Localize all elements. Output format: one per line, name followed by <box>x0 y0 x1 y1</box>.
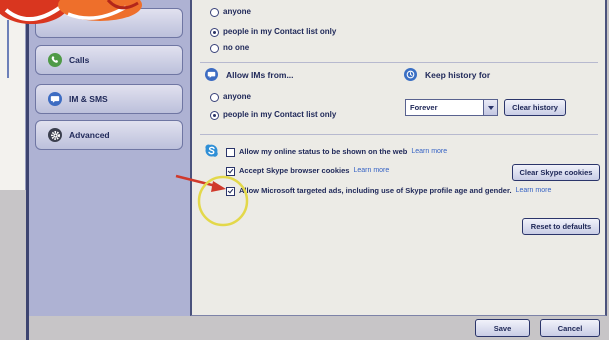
radio-label: anyone <box>223 92 252 101</box>
targeted-ads-option[interactable]: Allow Microsoft targeted ads, including … <box>226 186 551 196</box>
learn-more-link[interactable]: Learn more <box>353 166 389 176</box>
sidebar-item-advanced[interactable]: Advanced <box>35 120 183 150</box>
radio-label: people in my Contact list only <box>223 27 337 36</box>
radio-label: people in my Contact list only <box>223 110 337 119</box>
skype-icon <box>204 143 219 158</box>
radio-label: no one <box>223 43 250 52</box>
reset-to-defaults-button[interactable]: Reset to defaults <box>522 218 600 235</box>
learn-more-link[interactable]: Learn more <box>411 147 447 157</box>
contact-option-anyone[interactable]: anyone <box>210 7 251 17</box>
sidebar-item-im-sms[interactable]: IM & SMS <box>35 84 183 114</box>
clear-skype-cookies-button[interactable]: Clear Skype cookies <box>512 164 600 181</box>
checkbox-label: Allow Microsoft targeted ads, including … <box>239 186 512 195</box>
select-value: Forever <box>410 103 438 112</box>
radio-button[interactable] <box>210 43 219 53</box>
checkbox-label: Allow my online status to be shown on th… <box>239 147 408 156</box>
chat-icon <box>205 68 218 81</box>
history-section-heading: Keep history for <box>404 68 490 81</box>
adjacent-window-edge <box>0 0 26 190</box>
options-sidebar: Calls IM & SMS Advanced <box>29 0 190 316</box>
browser-cookies-checkbox[interactable] <box>226 166 235 176</box>
dialog-footer: Save Cancel <box>29 316 609 340</box>
phone-icon <box>48 53 62 67</box>
im-section-heading: Allow IMs from... <box>205 68 294 81</box>
logo-graphic <box>0 0 142 24</box>
history-duration-select[interactable]: Forever <box>405 99 498 116</box>
radio-label: anyone <box>223 7 252 16</box>
edge-divider <box>7 20 9 78</box>
online-status-option[interactable]: Allow my online status to be shown on th… <box>226 147 447 157</box>
radio-button[interactable] <box>210 7 219 17</box>
online-status-checkbox[interactable] <box>226 147 235 157</box>
section-divider <box>200 134 598 135</box>
sidebar-item-calls[interactable]: Calls <box>35 45 183 75</box>
radio-button[interactable] <box>210 27 219 37</box>
browser-cookies-option[interactable]: Accept Skype browser cookies Learn more <box>226 166 389 176</box>
im-option-anyone[interactable]: anyone <box>210 92 251 102</box>
chat-icon <box>48 92 62 106</box>
clear-history-button[interactable]: Clear history <box>504 99 566 116</box>
radio-button[interactable] <box>210 92 219 102</box>
section-divider <box>200 62 598 63</box>
chevron-down-icon[interactable] <box>483 100 497 115</box>
contact-option-no-one[interactable]: no one <box>210 43 249 53</box>
learn-more-link[interactable]: Learn more <box>516 186 552 196</box>
gear-icon <box>48 128 62 142</box>
sidebar-item-label: Calls <box>69 55 90 65</box>
save-button[interactable]: Save <box>475 319 530 337</box>
privacy-settings-panel: anyone people in my Contact list only no… <box>190 0 607 316</box>
cancel-button[interactable]: Cancel <box>540 319 600 337</box>
checkbox-label: Accept Skype browser cookies <box>239 166 350 175</box>
targeted-ads-checkbox[interactable] <box>226 186 235 196</box>
radio-button[interactable] <box>210 110 219 120</box>
im-option-contacts-only[interactable]: people in my Contact list only <box>210 110 336 120</box>
section-title: Keep history for <box>425 69 491 80</box>
sidebar-item-label: Advanced <box>69 130 110 140</box>
sidebar-item-label: IM & SMS <box>69 94 108 104</box>
section-title: Allow IMs from... <box>226 69 294 80</box>
history-icon <box>404 68 417 81</box>
contact-option-contacts-only[interactable]: people in my Contact list only <box>210 27 336 37</box>
